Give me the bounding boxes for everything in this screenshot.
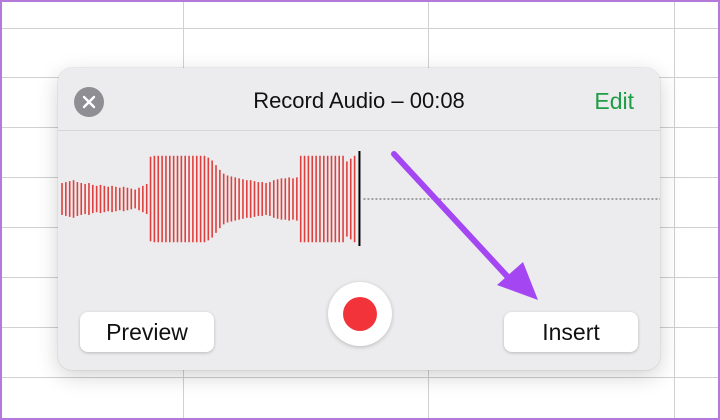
annotation-arrow (391, 151, 538, 300)
arrow-shaft (391, 151, 521, 291)
